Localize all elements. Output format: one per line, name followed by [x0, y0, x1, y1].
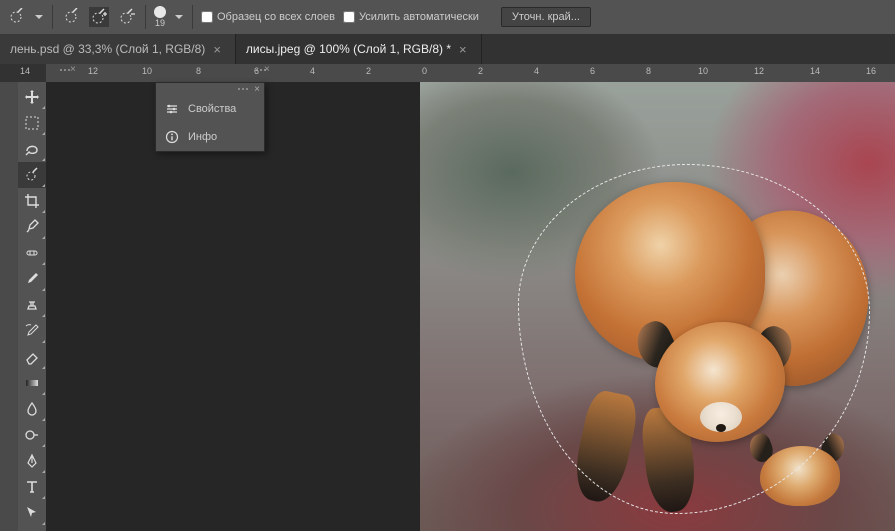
chevron-down-icon[interactable]	[174, 12, 184, 22]
close-icon[interactable]: ×	[213, 42, 221, 57]
panel-header[interactable]: ×	[156, 83, 264, 95]
panel-item-label: Свойства	[188, 103, 236, 115]
tab-document-1[interactable]: лень.psd @ 33,3% (Слой 1, RGB/8) ×	[0, 34, 236, 64]
divider	[192, 5, 193, 29]
tool-history-brush[interactable]	[18, 318, 46, 344]
main-area	[0, 82, 895, 531]
ruler-mark: 16	[866, 66, 876, 76]
subtract-from-selection-mode[interactable]	[117, 7, 137, 27]
divider	[145, 5, 146, 29]
chevron-down-icon[interactable]	[34, 12, 44, 22]
panel-item-info[interactable]: Инфо	[156, 123, 264, 151]
close-icon[interactable]: ×	[70, 64, 76, 75]
refine-edge-button[interactable]: Уточн. край...	[501, 7, 591, 27]
ruler-mark: 14	[810, 66, 820, 76]
checkbox-label: Усилить автоматически	[359, 11, 479, 23]
tool-pen[interactable]	[18, 448, 46, 474]
info-icon	[164, 129, 180, 145]
close-icon[interactable]: ×	[459, 42, 467, 57]
auto-enhance-checkbox[interactable]: Усилить автоматически	[343, 11, 479, 23]
properties-icon	[164, 101, 180, 117]
ruler-mark: 4	[534, 66, 539, 76]
tool-clone-stamp[interactable]	[18, 292, 46, 318]
ruler-mark: 12	[754, 66, 764, 76]
panel-item-label: Инфо	[188, 131, 217, 143]
tool-type[interactable]	[18, 474, 46, 500]
ruler-mark: 10	[698, 66, 708, 76]
tool-quick-select[interactable]	[18, 162, 46, 188]
ruler-mark: 8	[646, 66, 651, 76]
ruler-mark: 8	[196, 66, 201, 76]
tool-gradient[interactable]	[18, 370, 46, 396]
ruler-mark: 4	[310, 66, 315, 76]
tool-lasso[interactable]	[18, 136, 46, 162]
ruler-mark: 12	[88, 66, 98, 76]
checkbox-input[interactable]	[343, 11, 355, 23]
tool-crop[interactable]	[18, 188, 46, 214]
tool-blur[interactable]	[18, 396, 46, 422]
tool-eyedropper[interactable]	[18, 214, 46, 240]
ruler-mark: 6	[590, 66, 595, 76]
tool-healing-brush[interactable]	[18, 240, 46, 266]
grip-icon[interactable]	[238, 88, 248, 90]
collapsed-panel-strip[interactable]: × Свойства Инфо	[155, 82, 265, 152]
tool-eraser[interactable]	[18, 344, 46, 370]
tab-label: лень.psd @ 33,3% (Слой 1, RGB/8)	[10, 42, 205, 56]
ruler-mark: 2	[366, 66, 371, 76]
brush-size-picker[interactable]: 19	[154, 6, 166, 28]
tab-document-2[interactable]: лисы.jpeg @ 100% (Слой 1, RGB/8) * ×	[236, 34, 482, 64]
tool-preset-picker[interactable]	[6, 7, 26, 27]
checkbox-label: Образец со всех слоев	[217, 11, 335, 23]
add-to-selection-mode[interactable]	[89, 7, 109, 27]
new-selection-mode[interactable]	[61, 7, 81, 27]
document-tabs: лень.psd @ 33,3% (Слой 1, RGB/8) × лисы.…	[0, 34, 895, 64]
options-bar: 19 Образец со всех слоев Усилить автомат…	[0, 0, 895, 34]
toolbar	[18, 82, 46, 531]
ruler-mark: 6	[254, 66, 259, 76]
divider	[52, 5, 53, 29]
tool-marquee[interactable]	[18, 110, 46, 136]
tool-dodge[interactable]	[18, 422, 46, 448]
brush-size-value: 19	[155, 18, 165, 28]
panel-item-properties[interactable]: Свойства	[156, 95, 264, 123]
ruler-mark: 0	[422, 66, 427, 76]
tool-move[interactable]	[18, 84, 46, 110]
close-icon[interactable]: ×	[254, 84, 260, 95]
left-ruler[interactable]	[0, 82, 18, 531]
top-ruler[interactable]: × × 14 12 10 8 6 4 2 0 2 4 6 8 10 12 14 …	[46, 64, 895, 82]
ruler-mark: 2	[478, 66, 483, 76]
tab-label: лисы.jpeg @ 100% (Слой 1, RGB/8) *	[246, 42, 451, 56]
close-icon[interactable]: ×	[264, 64, 270, 75]
fox-subject	[520, 172, 860, 502]
ruler-mark: 10	[142, 66, 152, 76]
tool-path-select[interactable]	[18, 500, 46, 526]
brush-dot-icon	[154, 6, 166, 18]
document-image	[420, 82, 895, 531]
checkbox-input[interactable]	[201, 11, 213, 23]
sample-all-layers-checkbox[interactable]: Образец со всех слоев	[201, 11, 335, 23]
panel-collapse-grip[interactable]	[246, 64, 276, 76]
ruler-mark: 14	[20, 66, 30, 76]
tool-brush[interactable]	[18, 266, 46, 292]
